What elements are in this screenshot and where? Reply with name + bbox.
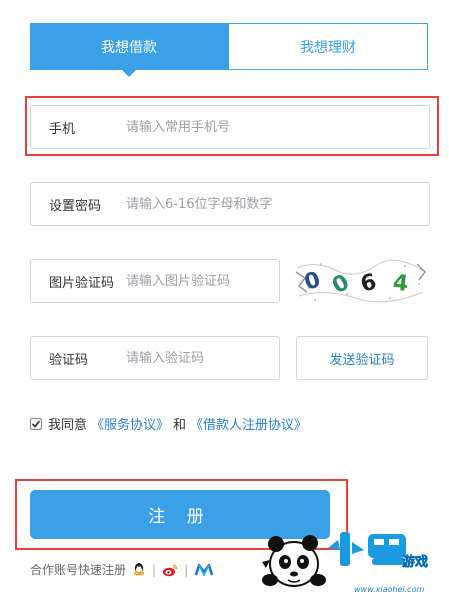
tab-invest[interactable]: 我想理财 [228, 23, 428, 70]
service-agreement-link[interactable]: 《服务协议》 [91, 414, 169, 433]
sms-code-input[interactable] [126, 350, 279, 366]
password-input[interactable] [126, 196, 429, 212]
checkmark-icon [31, 419, 41, 428]
partner-icon[interactable] [194, 563, 214, 576]
phone-input[interactable] [126, 119, 429, 135]
agreement-prefix: 我同意 [48, 418, 88, 433]
panda-mascot-icon [262, 535, 326, 587]
sms-code-field: 验证码 [30, 336, 280, 380]
separator: | [152, 562, 157, 577]
sms-code-label: 验证码 [49, 352, 89, 368]
separator: | [184, 562, 189, 577]
weibo-icon[interactable] [162, 563, 178, 577]
qq-icon[interactable] [132, 562, 146, 577]
quick-register-row: 合作账号快速注册 | | [30, 561, 214, 578]
brand-lettering: 游戏 [328, 532, 428, 570]
image-captcha-label: 图片验证码 [49, 275, 115, 291]
image-captcha-input[interactable] [126, 273, 279, 289]
phone-label: 手机 [49, 121, 76, 137]
watermark-url: www.xiaohei.com [354, 585, 424, 594]
tab-borrow[interactable]: 我想借款 [30, 23, 228, 77]
agreement-row: 我同意 《服务协议》 和 《借款人注册协议》 [30, 414, 311, 433]
image-captcha-field: 图片验证码 [30, 259, 280, 303]
agreement-and: 和 [173, 418, 187, 433]
xiaohei-watermark-logo: 游戏 www.xiaohei.com [262, 532, 428, 594]
quick-register-label: 合作账号快速注册 [30, 563, 127, 577]
captcha-char: 4 [392, 270, 410, 296]
svg-text:游戏: 游戏 [402, 554, 428, 570]
tab-bar: 我想借款 我想理财 [30, 23, 428, 77]
send-code-button[interactable]: 发送验证码 [296, 336, 428, 380]
phone-field: 手机 [30, 105, 430, 149]
captcha-image[interactable]: 0 0 6 4 [295, 258, 428, 304]
agree-checkbox[interactable] [30, 417, 42, 430]
password-label: 设置密码 [49, 198, 102, 214]
borrower-agreement-link[interactable]: 《借款人注册协议》 [190, 414, 307, 433]
password-field: 设置密码 [30, 182, 430, 226]
